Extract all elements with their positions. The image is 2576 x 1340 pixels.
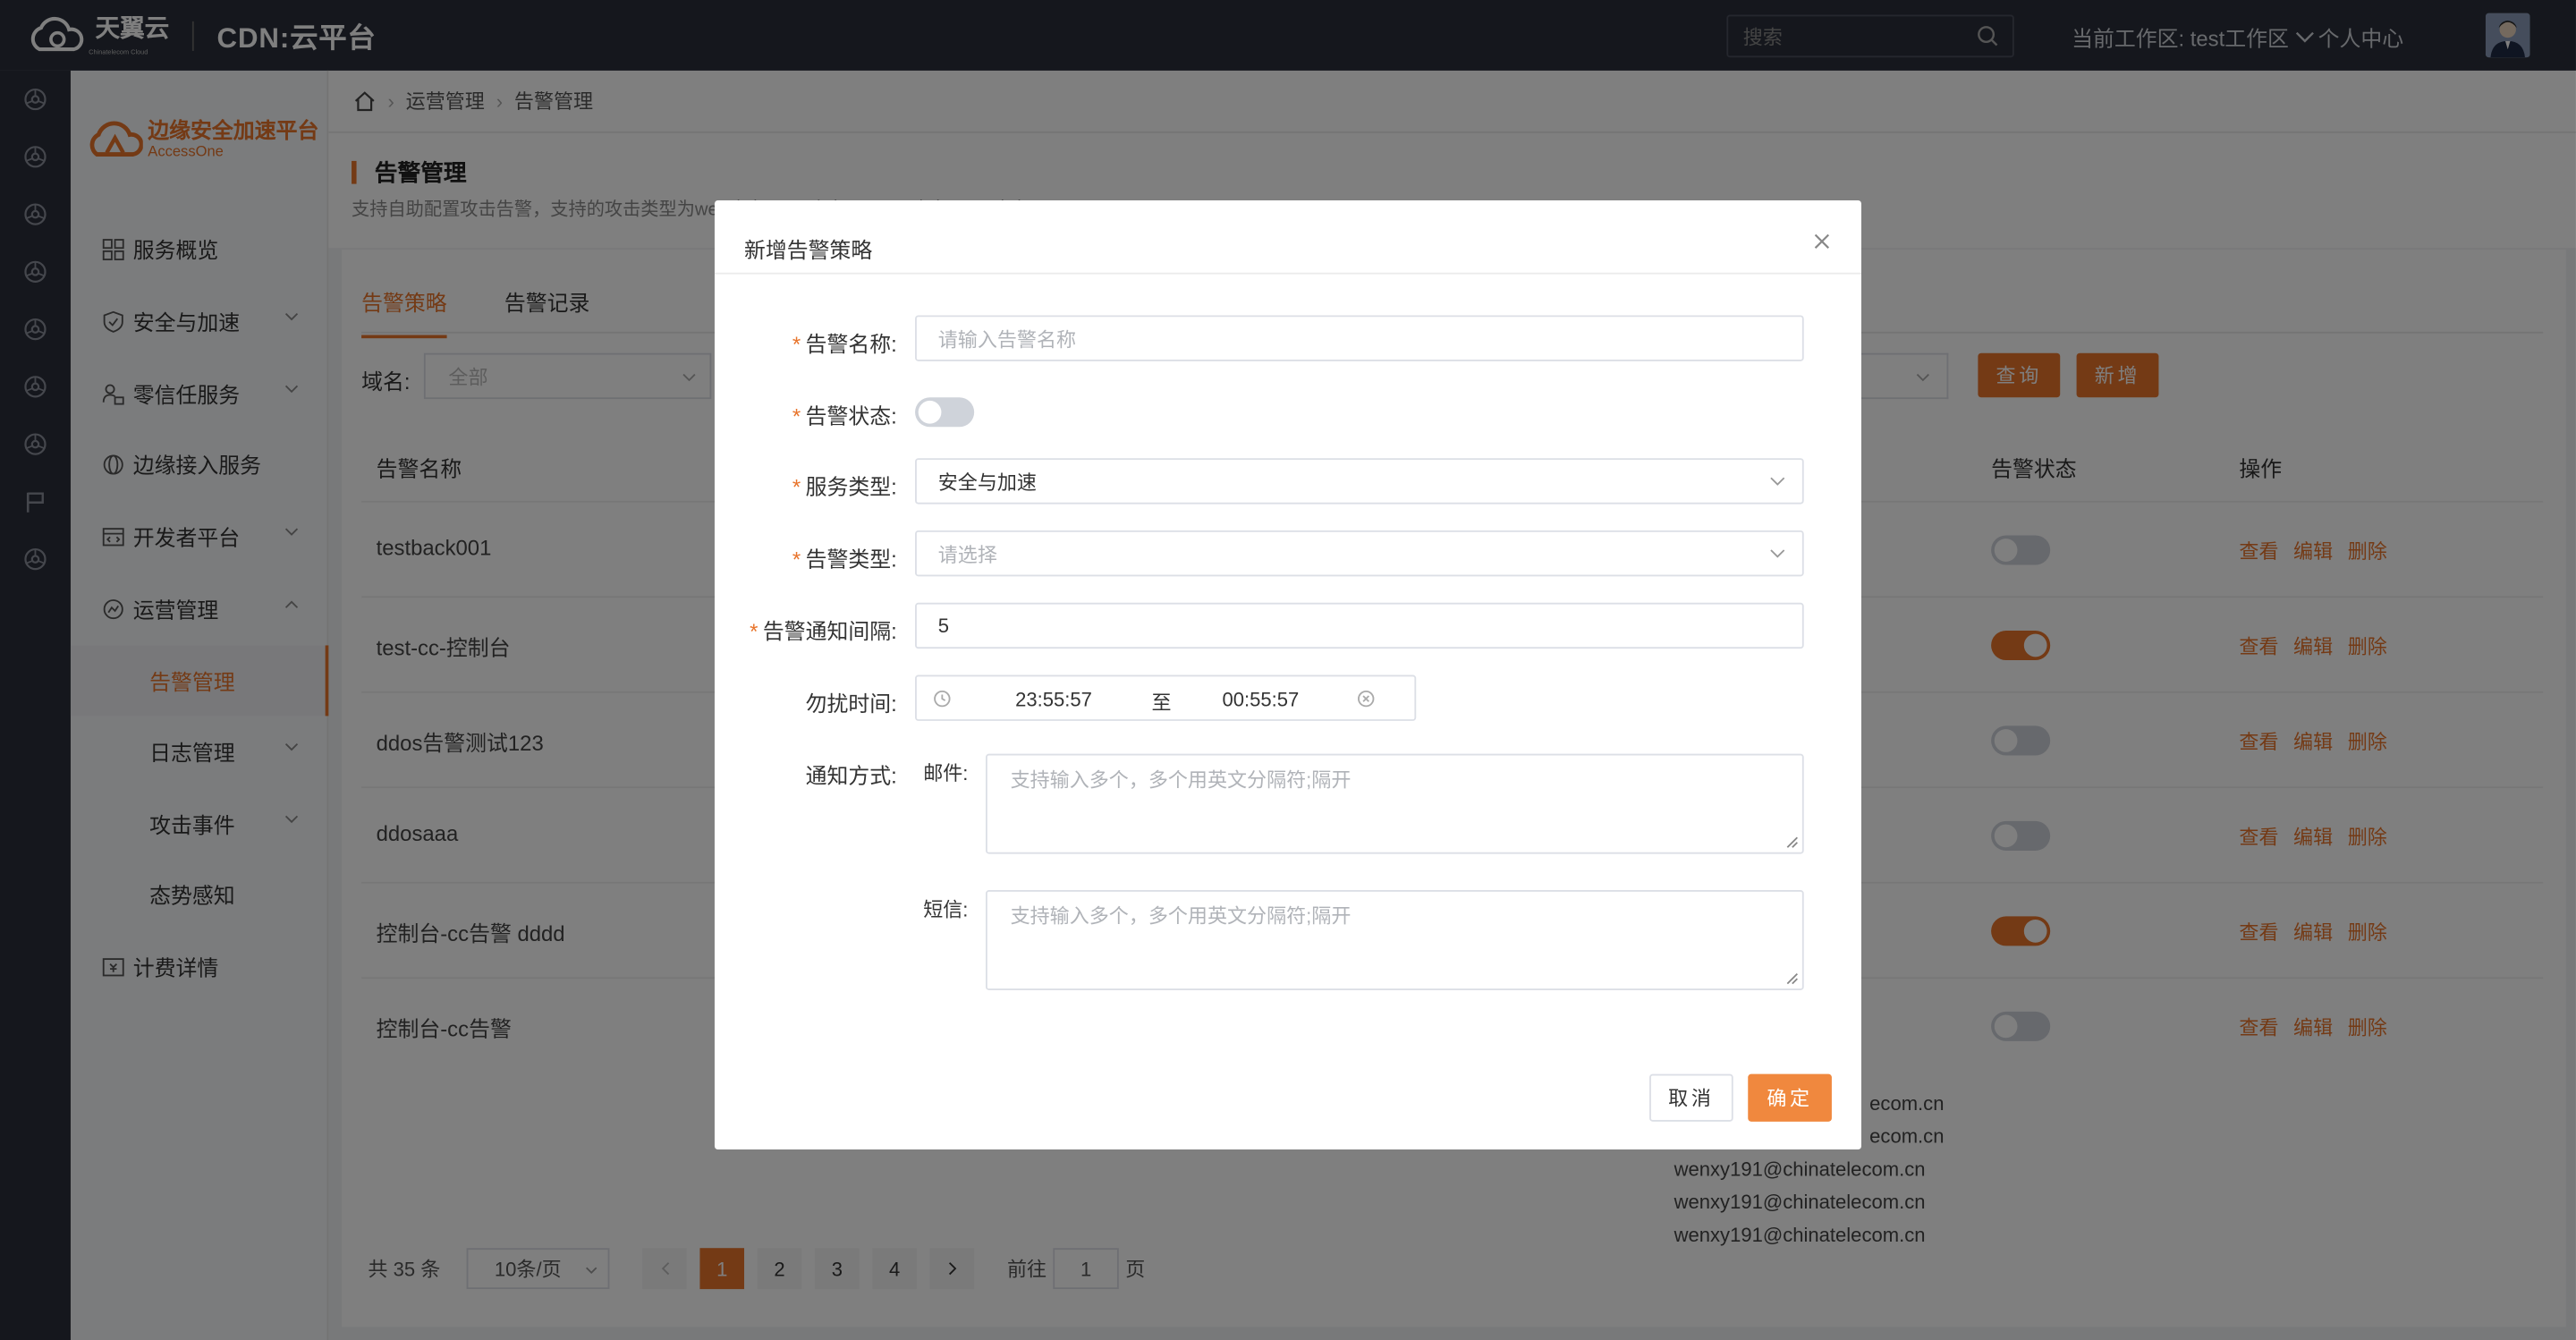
quiet-time-range-picker[interactable]: 23:55:57 至 00:55:57 bbox=[915, 674, 1417, 721]
dialog-divider bbox=[714, 272, 1861, 275]
sms-placeholder: 支持输入多个，多个用英文分隔符;隔开 bbox=[1010, 904, 1352, 929]
add-alarm-policy-dialog: 新增告警策略 * 告警名称: 请输入告警名称 * 告警状态: * 服务类型: 安全与加… bbox=[714, 199, 1861, 1150]
chevron-down-icon bbox=[1770, 477, 1785, 486]
alarm-type-placeholder: 请选择 bbox=[937, 542, 997, 566]
range-separator: 至 bbox=[1151, 691, 1172, 715]
sms-label: 短信: bbox=[923, 898, 969, 921]
clear-circle-icon[interactable] bbox=[1357, 690, 1375, 708]
sms-textarea[interactable]: 支持输入多个，多个用英文分隔符;隔开 bbox=[986, 890, 1804, 990]
service-type-select[interactable]: 安全与加速 bbox=[915, 458, 1804, 505]
cancel-button[interactable]: 取消 bbox=[1649, 1073, 1733, 1122]
alarm-type-select[interactable]: 请选择 bbox=[915, 530, 1804, 577]
service-type-value: 安全与加速 bbox=[937, 470, 1037, 494]
dialog-title: 新增告警策略 bbox=[744, 238, 873, 263]
email-label: 邮件: bbox=[923, 761, 969, 785]
alarm-name-input[interactable]: 请输入告警名称 bbox=[915, 315, 1804, 361]
notify-interval-input[interactable]: 5 bbox=[915, 602, 1804, 649]
quiet-end-time[interactable]: 00:55:57 bbox=[1223, 688, 1300, 711]
email-textarea[interactable]: 支持输入多个，多个用英文分隔符;隔开 bbox=[986, 753, 1804, 854]
clock-icon bbox=[934, 690, 951, 708]
service-type-label: * 服务类型: bbox=[792, 474, 897, 500]
alarm-status-label: * 告警状态: bbox=[792, 403, 897, 429]
quiet-start-time[interactable]: 23:55:57 bbox=[1015, 688, 1092, 711]
chevron-down-icon bbox=[1770, 549, 1785, 558]
close-icon[interactable] bbox=[1812, 232, 1832, 251]
quiet-time-label: 勿扰时间: bbox=[805, 691, 897, 717]
alarm-name-label: * 告警名称: bbox=[792, 331, 897, 357]
confirm-button[interactable]: 确定 bbox=[1748, 1073, 1832, 1122]
notify-method-label: 通知方式: bbox=[805, 763, 897, 789]
email-placeholder: 支持输入多个，多个用英文分隔符;隔开 bbox=[1010, 768, 1352, 792]
alarm-status-toggle[interactable] bbox=[915, 397, 975, 428]
notify-interval-label: * 告警通知间隔: bbox=[750, 619, 897, 644]
resize-grip-icon[interactable] bbox=[1785, 835, 1799, 849]
resize-grip-icon[interactable] bbox=[1785, 972, 1799, 986]
alarm-type-label: * 告警类型: bbox=[792, 547, 897, 572]
